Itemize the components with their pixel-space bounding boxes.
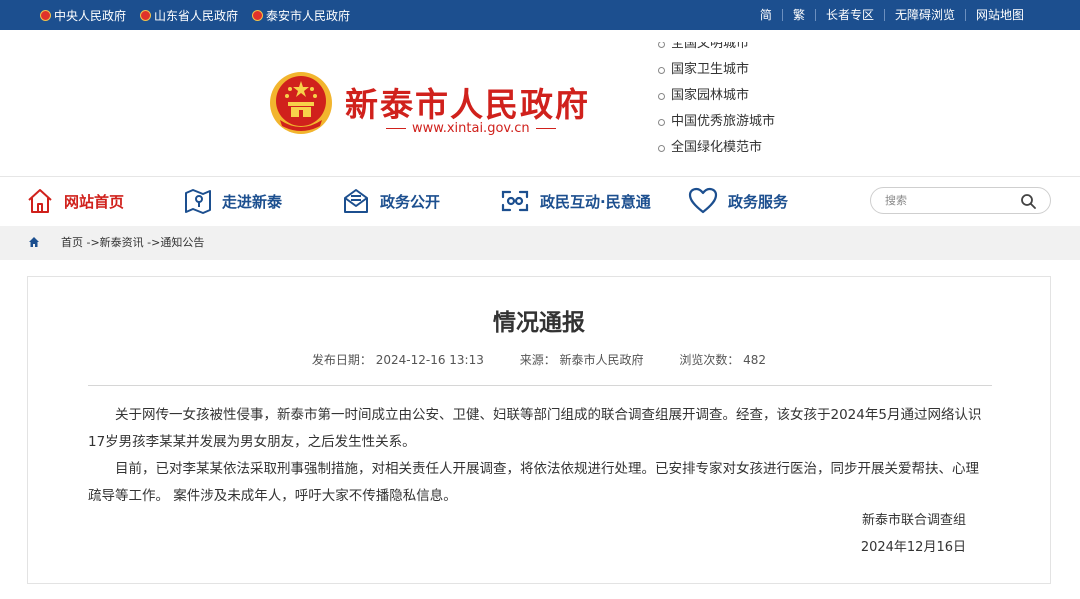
map-pin-icon xyxy=(185,189,211,214)
honor-item[interactable]: 全国绿化模范市 xyxy=(658,135,775,152)
emblem-icon xyxy=(252,9,264,21)
article-paragraph: 目前，已对李某某依法采取刑事强制措施，对相关责任人开展调查，将依法依规进行处理。… xyxy=(88,461,979,504)
mail-open-icon xyxy=(344,189,368,213)
nav-gov-services[interactable]: 政务服务 xyxy=(688,185,788,217)
article-source: 来源： 新泰市人民政府 xyxy=(519,353,644,367)
heart-icon xyxy=(688,187,718,214)
top-bar: 中央人民政府 山东省人民政府 泰安市人民政府 简 繁 长者专区 无障碍浏览 网站… xyxy=(0,0,1080,30)
article-panel: 情况通报 发布日期： 2024-12-16 13:13 来源： 新泰市人民政府 … xyxy=(27,276,1051,584)
link-central-gov[interactable]: 中央人民政府 xyxy=(40,7,126,24)
bullet-icon xyxy=(658,42,665,48)
link-shandong-gov[interactable]: 山东省人民政府 xyxy=(140,7,238,24)
top-left-links: 中央人民政府 山东省人民政府 泰安市人民政府 xyxy=(40,0,350,30)
honor-item[interactable]: 国家卫生城市 xyxy=(658,57,775,83)
link-taian-gov[interactable]: 泰安市人民政府 xyxy=(252,7,350,24)
nav-home[interactable]: 网站首页 xyxy=(26,185,124,217)
bullet-icon xyxy=(658,66,665,74)
breadcrumb: 首页 ->新泰资讯 ->通知公告 xyxy=(0,226,1080,260)
article-title: 情况通报 xyxy=(493,310,585,336)
interaction-icon xyxy=(501,190,529,212)
article-paragraph: 关于网传一女孩被性侵事，新泰市第一时间成立由公安、卫健、妇联等部门组成的联合调查… xyxy=(88,407,982,450)
link-elderly-zone[interactable]: 长者专区 xyxy=(814,9,884,21)
bullet-icon xyxy=(658,92,665,100)
link-accessibility[interactable]: 无障碍浏览 xyxy=(883,9,965,21)
link-traditional[interactable]: 繁 xyxy=(781,9,815,21)
emblem-icon xyxy=(140,9,152,21)
honor-item[interactable]: 国家园林城市 xyxy=(658,83,775,109)
nav-interaction[interactable]: 政民互动·民意通 xyxy=(500,185,651,217)
nav-gov-affairs[interactable]: 政务公开 xyxy=(342,185,440,217)
site-title: 新泰市人民政府 xyxy=(345,85,590,124)
bullet-icon xyxy=(658,144,665,152)
main-nav: 网站首页 走进新泰 政务公开 政民互动·民意通 政务服务 xyxy=(0,176,1080,226)
honor-item[interactable]: 全国文明城市 xyxy=(658,42,775,57)
search-icon[interactable] xyxy=(1020,193,1036,209)
national-emblem-icon xyxy=(270,72,332,134)
breadcrumb-path[interactable]: 首页 ->新泰资讯 ->通知公告 xyxy=(61,226,204,260)
view-count: 浏览次数： 482 xyxy=(679,353,767,367)
search-box xyxy=(870,187,1051,214)
nav-about-xintai[interactable]: 走进新泰 xyxy=(184,185,282,217)
home-icon xyxy=(28,189,52,213)
article-meta: 发布日期： 2024-12-16 13:13 来源： 新泰市人民政府 浏览次数：… xyxy=(28,351,1050,368)
link-simplified[interactable]: 简 xyxy=(750,9,782,21)
divider xyxy=(88,385,992,386)
site-header: 新泰市人民政府 www.xintai.gov.cn 全国文明城市 国家卫生城市 … xyxy=(0,30,1080,176)
search-input[interactable] xyxy=(885,194,1025,207)
signature-org: 新泰市联合调查组 xyxy=(861,513,966,528)
link-sitemap[interactable]: 网站地图 xyxy=(964,9,1034,21)
signature-date: 2024年12月16日 xyxy=(860,540,966,555)
article-body: 关于网传一女孩被性侵事，新泰市第一时间成立由公安、卫健、妇联等部门组成的联合调查… xyxy=(88,402,992,510)
publish-date: 发布日期： 2024-12-16 13:13 xyxy=(311,353,484,367)
site-url: www.xintai.gov.cn xyxy=(380,121,562,136)
top-right-links: 简 繁 长者专区 无障碍浏览 网站地图 xyxy=(750,0,1034,30)
bullet-icon xyxy=(658,118,665,126)
emblem-icon xyxy=(40,9,51,21)
home-icon xyxy=(29,237,39,247)
honors-ticker: 全国文明城市 国家卫生城市 国家园林城市 中国优秀旅游城市 全国绿化模范市 xyxy=(658,42,828,152)
honor-item[interactable]: 中国优秀旅游城市 xyxy=(658,109,775,135)
